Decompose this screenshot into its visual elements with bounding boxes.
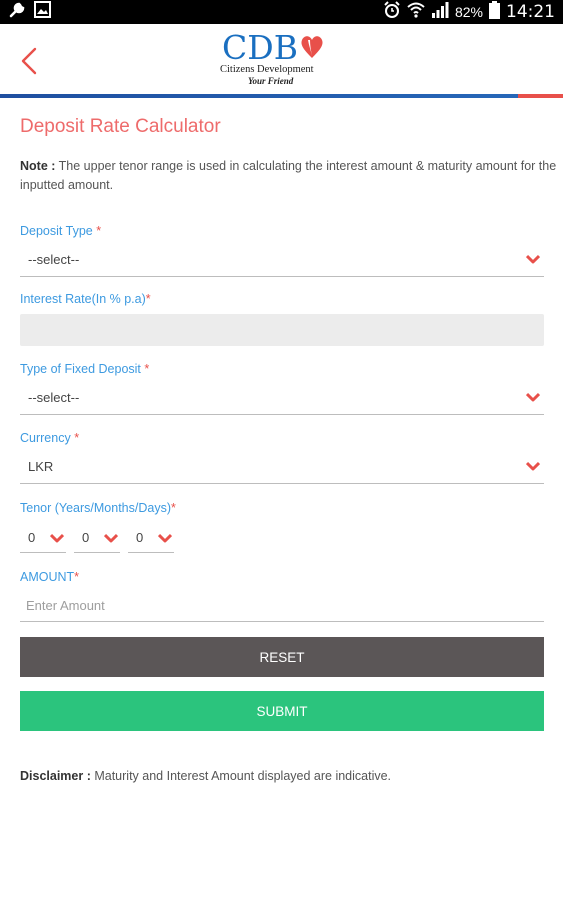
signal-icon bbox=[431, 2, 449, 22]
deposit-type-label-text: Deposit Type bbox=[20, 224, 97, 238]
back-button[interactable] bbox=[14, 44, 44, 78]
disclaimer-body: Maturity and Interest Amount displayed a… bbox=[90, 769, 392, 783]
note-text: Note : The upper tenor range is used in … bbox=[20, 157, 563, 195]
required-marker: * bbox=[171, 501, 176, 515]
amount-input[interactable] bbox=[20, 590, 544, 622]
deposit-type-value: --select-- bbox=[28, 252, 80, 267]
app-bar: CDB Citizens Development Your Friend bbox=[0, 24, 563, 94]
clock-time: 14:21 bbox=[506, 2, 555, 22]
interest-rate-label: Interest Rate(In % p.a)* bbox=[20, 292, 151, 306]
logo-tagline: Your Friend bbox=[248, 76, 294, 86]
page-title: Deposit Rate Calculator bbox=[20, 116, 221, 137]
wifi-icon bbox=[407, 1, 425, 23]
reset-button[interactable]: RESET bbox=[20, 637, 544, 677]
image-icon bbox=[34, 1, 51, 23]
note-label: Note : bbox=[20, 159, 56, 173]
required-marker: * bbox=[96, 224, 102, 238]
back-arrow-icon bbox=[21, 47, 37, 75]
currency-label: Currency * bbox=[20, 431, 79, 445]
battery-icon bbox=[489, 1, 500, 23]
status-bar: 82% 14:21 bbox=[0, 0, 563, 24]
tenor-years-select[interactable]: 0 bbox=[20, 523, 66, 553]
wrench-icon bbox=[8, 1, 26, 24]
tenor-years-value: 0 bbox=[28, 530, 36, 545]
note-body: The upper tenor range is used in calcula… bbox=[20, 159, 557, 192]
chevron-down-icon bbox=[526, 461, 540, 471]
interest-rate-field bbox=[20, 314, 544, 346]
required-marker: * bbox=[74, 570, 80, 584]
deposit-type-label: Deposit Type * bbox=[20, 224, 101, 238]
fixed-deposit-type-label: Type of Fixed Deposit * bbox=[20, 362, 149, 376]
tenor-months-value: 0 bbox=[82, 530, 90, 545]
logo-subtitle: Citizens Development bbox=[220, 64, 314, 75]
amount-label: AMOUNT* bbox=[20, 570, 79, 584]
fixed-deposit-type-value: --select-- bbox=[28, 390, 80, 405]
tenor-selects: 0 0 0 bbox=[20, 523, 174, 553]
chevron-down-icon bbox=[526, 392, 540, 402]
submit-button[interactable]: SUBMIT bbox=[20, 691, 544, 731]
fixed-deposit-type-select[interactable]: --select-- bbox=[20, 381, 544, 415]
interest-rate-label-text: Interest Rate(In % p.a) bbox=[20, 292, 146, 306]
tenor-label-text: Tenor (Years/Months/Days) bbox=[20, 501, 171, 515]
chevron-down-icon bbox=[104, 533, 118, 543]
deposit-type-select[interactable]: --select-- bbox=[20, 243, 544, 277]
logo-text: CDB bbox=[222, 28, 298, 67]
tenor-days-select[interactable]: 0 bbox=[128, 523, 174, 553]
tenor-days-value: 0 bbox=[136, 530, 144, 545]
tenor-months-select[interactable]: 0 bbox=[74, 523, 120, 553]
disclaimer-text: Disclaimer : Maturity and Interest Amoun… bbox=[20, 769, 391, 783]
currency-value: LKR bbox=[28, 459, 54, 474]
cdb-logo: CDB Citizens Development Your Friend bbox=[218, 30, 328, 90]
heart-logo-icon bbox=[301, 36, 323, 58]
required-marker: * bbox=[145, 292, 151, 306]
chevron-down-icon bbox=[526, 254, 540, 264]
alarm-icon bbox=[383, 1, 401, 23]
disclaimer-label: Disclaimer : bbox=[20, 769, 91, 783]
amount-label-text: AMOUNT bbox=[20, 570, 75, 584]
tenor-label: Tenor (Years/Months/Days)* bbox=[20, 501, 176, 515]
required-marker: * bbox=[144, 362, 150, 376]
fixed-deposit-type-label-text: Type of Fixed Deposit bbox=[20, 362, 145, 376]
header-accent-line bbox=[0, 94, 563, 98]
chevron-down-icon bbox=[158, 533, 172, 543]
currency-label-text: Currency bbox=[20, 431, 75, 445]
battery-percent: 82% bbox=[454, 4, 483, 20]
currency-select[interactable]: LKR bbox=[20, 450, 544, 484]
chevron-down-icon bbox=[50, 533, 64, 543]
required-marker: * bbox=[74, 431, 80, 445]
